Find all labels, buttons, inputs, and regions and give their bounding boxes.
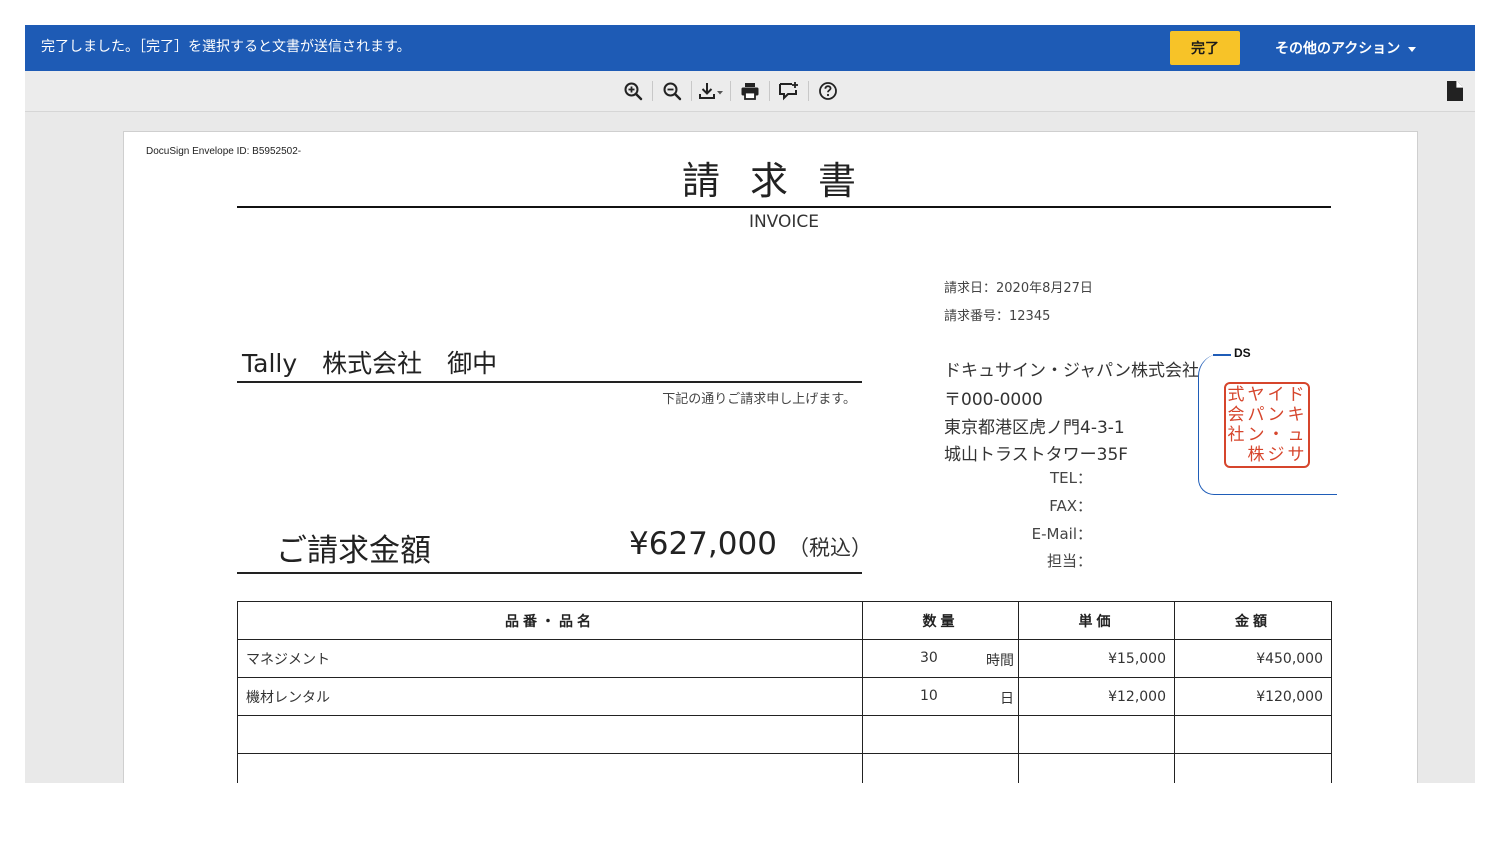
sender-address-line1: 東京都港区虎ノ門4-3-1 (944, 418, 1125, 438)
cell-unit-price (1018, 715, 1175, 754)
cell-item-name (237, 753, 863, 783)
completion-message: 完了しました。［完了］を選択すると文書が送信されます。 (41, 39, 411, 55)
invoice-number: 請求番号：12345 (944, 309, 1051, 324)
cell-quantity (862, 753, 1019, 783)
sender-email: E-Mail： (1031, 525, 1092, 543)
document-icon (1447, 81, 1463, 101)
header-item-name: 品番・品名 (237, 601, 863, 640)
cell-unit-price: ¥12,000 (1018, 677, 1175, 716)
sender-tel: TEL： (1050, 469, 1092, 487)
table-row (237, 715, 1332, 754)
header-amount: 金額 (1174, 601, 1332, 640)
cell-quantity-unit: 時間 (986, 653, 1014, 669)
sender-address-line2: 城山トラストタワー35F (944, 445, 1129, 465)
envelope-id: DocuSign Envelope ID: B5952502- (146, 146, 302, 157)
cell-item-name: 機材レンタル (237, 677, 863, 716)
print-icon (741, 83, 758, 100)
stamp-column-2-extra: ジ (1267, 445, 1285, 465)
invoice-page: DocuSign Envelope ID: B5952502- 請求書 INVO… (123, 131, 1418, 783)
stamp-column-4: 式 会 社 (1227, 385, 1245, 445)
title-divider (237, 206, 1331, 208)
amount-underline (237, 572, 862, 574)
zoom-in-button[interactable] (613, 71, 652, 111)
cell-item-name: マネジメント (237, 639, 863, 678)
invoice-date: 請求日：2020年8月27日 (944, 281, 1093, 296)
table-row: マネジメント 30 時間 ¥15,000 ¥450,000 (237, 639, 1332, 678)
finish-button[interactable]: 完了 (1170, 31, 1240, 65)
add-comment-button[interactable] (769, 71, 808, 111)
cell-amount (1174, 753, 1332, 783)
company-seal-stamp: ド キ ュ サ イ ン ・ ジ ヤ パ ン 株 式 会 社 (1224, 382, 1310, 468)
table-row: 機材レンタル 10 日 ¥12,000 ¥120,000 (237, 677, 1332, 716)
invoice-title: 請求書 (681, 159, 886, 203)
document-panel-button[interactable] (1443, 79, 1467, 103)
cell-quantity-unit: 日 (1000, 691, 1014, 707)
caret-down-icon (1408, 46, 1417, 52)
cell-quantity: 10 日 (862, 677, 1019, 716)
table-header-row: 品番・品名 数量 単価 金額 (237, 601, 1332, 640)
sender-postal: 〒000-0000 (944, 390, 1043, 410)
ds-label: DS (1234, 346, 1251, 360)
cell-unit-price (1018, 753, 1175, 783)
header-unit-price: 単価 (1018, 601, 1175, 640)
sender-person: 担当： (1046, 552, 1092, 570)
table-row (237, 753, 1332, 783)
help-button[interactable] (808, 71, 847, 111)
comment-icon (778, 82, 798, 101)
zoom-in-icon (624, 82, 642, 101)
invoice-note: 下記の通りご請求申し上げます。 (662, 392, 856, 407)
stamp-column-3-extra: 株 (1247, 445, 1265, 465)
sender-company: ドキュサイン・ジャパン株式会社 (944, 361, 1199, 381)
document-toolbar (25, 71, 1475, 112)
cell-amount: ¥450,000 (1174, 639, 1332, 678)
stamp-column-1-extra: サ (1287, 445, 1305, 465)
line-items-table: 品番・品名 数量 単価 金額 マネジメント 30 時間 ¥15,000 ¥450,… (237, 601, 1332, 783)
print-button[interactable] (730, 71, 769, 111)
amount-label: ご請求金額 (276, 533, 431, 569)
cell-amount (1174, 715, 1332, 754)
amount-tax-note: （税込） (788, 536, 872, 560)
cell-quantity (862, 715, 1019, 754)
zoom-out-button[interactable] (652, 71, 691, 111)
cell-quantity: 30 時間 (862, 639, 1019, 678)
addressee-underline (237, 381, 862, 383)
stamp-column-3: ヤ パ ン (1247, 385, 1265, 445)
cell-item-name (237, 715, 863, 754)
header-quantity: 数量 (862, 601, 1019, 640)
addressee: Tally 株式会社 御中 (242, 349, 498, 378)
cell-quantity-value: 10 (920, 688, 938, 704)
stamp-column-1: ド キ ュ (1287, 385, 1305, 445)
cell-amount: ¥120,000 (1174, 677, 1332, 716)
zoom-out-icon (663, 82, 681, 101)
stamp-column-2: イ ン ・ (1267, 385, 1285, 445)
cell-unit-price: ¥15,000 (1018, 639, 1175, 678)
docusign-signing-window: 完了しました。［完了］を選択すると文書が送信されます。 完了 その他のアクション (25, 25, 1475, 783)
download-button[interactable] (691, 71, 730, 111)
invoice-subtitle: INVOICE (748, 212, 820, 232)
download-icon (698, 83, 723, 99)
notification-bar: 完了しました。［完了］を選択すると文書が送信されます。 完了 その他のアクション (25, 25, 1475, 71)
cell-quantity-value: 30 (920, 650, 938, 666)
other-actions-menu[interactable]: その他のアクション (1261, 31, 1430, 65)
sender-fax: FAX： (1049, 497, 1092, 515)
other-actions-label: その他のアクション (1275, 41, 1401, 57)
help-icon (818, 82, 837, 100)
amount-value: ¥627,000 (629, 526, 777, 562)
